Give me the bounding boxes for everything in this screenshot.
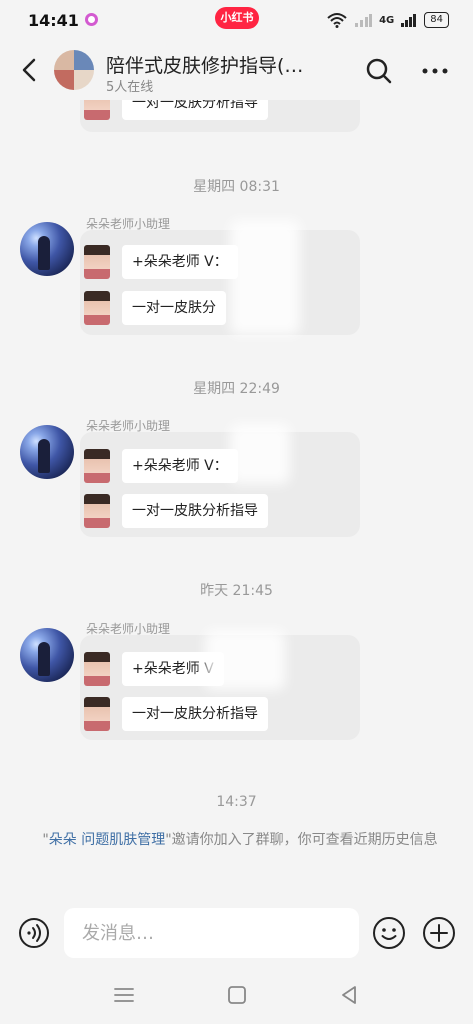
redaction-mark: [230, 424, 290, 484]
group-title[interactable]: 陪伴式皮肤修护指导(…: [106, 51, 341, 78]
group-avatar[interactable]: [54, 50, 94, 90]
share-card[interactable]: 一对一皮肤分: [84, 289, 226, 327]
signal-bars-icon: [401, 14, 417, 27]
avatar[interactable]: [20, 222, 74, 276]
message-bubble: +朵朵老师 V： 一对一皮肤分: [80, 220, 360, 335]
menu-icon[interactable]: [112, 984, 136, 1006]
message-input[interactable]: [64, 908, 359, 958]
time-separator: 星期四 22:49: [193, 381, 280, 397]
share-card[interactable]: 一对一皮肤分析指导: [84, 492, 268, 530]
network-type: 4G: [379, 14, 395, 26]
signal-icon: [355, 14, 373, 27]
message-bubble: +朵朵老师 V 一对一皮肤分析指导: [80, 630, 360, 740]
notification-dot-icon: [85, 13, 98, 26]
chat-header: 陪伴式皮肤修护指导(… 5人在线: [0, 40, 473, 100]
card-label: +朵朵老师 V：: [122, 449, 238, 483]
search-icon[interactable]: [365, 57, 393, 85]
voice-icon[interactable]: [18, 917, 50, 949]
system-nav-bar: [0, 966, 473, 1024]
card-photo: [84, 652, 110, 686]
share-card[interactable]: +朵朵老师 V: [84, 650, 224, 688]
share-card[interactable]: +朵朵老师 V：: [84, 243, 238, 281]
home-icon[interactable]: [225, 984, 249, 1006]
emoji-icon[interactable]: [372, 916, 406, 950]
share-card[interactable]: 一对一皮肤分析指导: [84, 695, 268, 733]
message-bubble: 一对一皮肤分析指导: [80, 100, 360, 132]
redaction-mark: [230, 220, 300, 335]
message-bubble: +朵朵老师 V： 一对一皮肤分析指导: [80, 424, 360, 537]
card-photo: [84, 291, 110, 325]
battery-level: 84: [424, 12, 449, 28]
system-notice: "朵朵 问题肌肤管理"邀请你加入了群聊，你可查看近期历史信息: [40, 830, 440, 850]
wifi-icon: [327, 13, 347, 28]
card-photo: [84, 449, 110, 483]
time-separator: 星期四 08:31: [193, 179, 280, 195]
share-card[interactable]: +朵朵老师 V：: [84, 447, 238, 485]
card-photo: [84, 245, 110, 279]
card-label: 一对一皮肤分析指导: [122, 697, 268, 731]
invite-text: 邀请你加入了群聊，你可查看近期历史信息: [171, 832, 438, 848]
card-label: 一对一皮肤分: [122, 291, 226, 325]
status-time: 14:41: [28, 11, 79, 30]
avatar[interactable]: [20, 425, 74, 479]
more-dots-icon[interactable]: [419, 57, 451, 85]
redaction-mark: [205, 630, 285, 690]
plus-icon[interactable]: [422, 916, 456, 950]
status-indicators: 4G 84: [327, 12, 449, 28]
chat-area[interactable]: 一对一皮肤分析指导 星期四 08:31 朵朵老师小助理 +朵朵老师 V： 一对一…: [0, 100, 473, 900]
avatar[interactable]: [20, 628, 74, 682]
card-label: 一对一皮肤分析指导: [122, 100, 268, 120]
back-button[interactable]: [16, 56, 44, 84]
online-count: 5人在线: [106, 80, 154, 95]
time-separator: 14:37: [216, 794, 257, 810]
inviter-link[interactable]: 朵朵 问题肌肤管理: [49, 832, 165, 848]
card-photo: [84, 494, 110, 528]
input-bar: [0, 900, 473, 966]
card-photo: [84, 100, 110, 120]
status-bar: 14:41 小红书 4G 84: [0, 0, 473, 40]
app-badge: 小红书: [215, 7, 259, 29]
share-card[interactable]: 一对一皮肤分析指导: [84, 100, 268, 122]
time-separator: 昨天 21:45: [200, 583, 273, 599]
back-nav-icon[interactable]: [338, 984, 362, 1006]
card-label: 一对一皮肤分析指导: [122, 494, 268, 528]
card-photo: [84, 697, 110, 731]
card-label: +朵朵老师 V：: [122, 245, 238, 279]
